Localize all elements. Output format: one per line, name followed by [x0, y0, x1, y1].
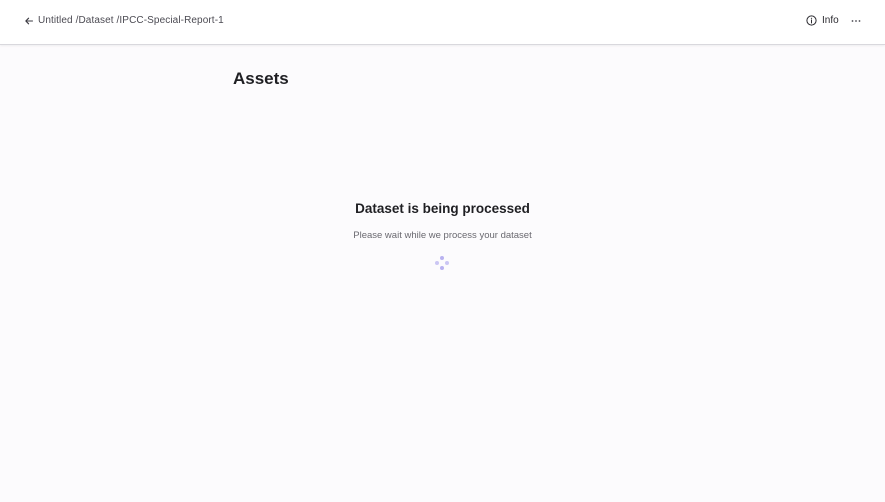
page-title: Assets — [233, 69, 289, 88]
back-button[interactable] — [22, 14, 36, 28]
loading-spinner-icon — [435, 256, 449, 270]
more-options-button[interactable] — [849, 14, 863, 28]
status-title: Dataset is being processed — [355, 201, 530, 216]
breadcrumb-item-dataset[interactable]: /Dataset — [76, 15, 114, 26]
info-button[interactable]: Info — [806, 15, 839, 26]
breadcrumb-item-untitled[interactable]: Untitled — [38, 15, 73, 26]
status-subtitle: Please wait while we process your datase… — [353, 230, 532, 241]
breadcrumb-item-report[interactable]: /IPCC-Special-Report-1 — [117, 15, 224, 26]
info-label: Info — [822, 15, 839, 26]
more-horizontal-icon — [851, 20, 861, 22]
info-circle-icon — [806, 15, 817, 26]
processing-status: Dataset is being processed Please wait w… — [0, 200, 885, 241]
breadcrumb: Untitled /Dataset /IPCC-Special-Report-1 — [38, 15, 224, 26]
arrow-left-icon — [25, 17, 34, 25]
top-bar: Untitled /Dataset /IPCC-Special-Report-1… — [0, 0, 885, 45]
